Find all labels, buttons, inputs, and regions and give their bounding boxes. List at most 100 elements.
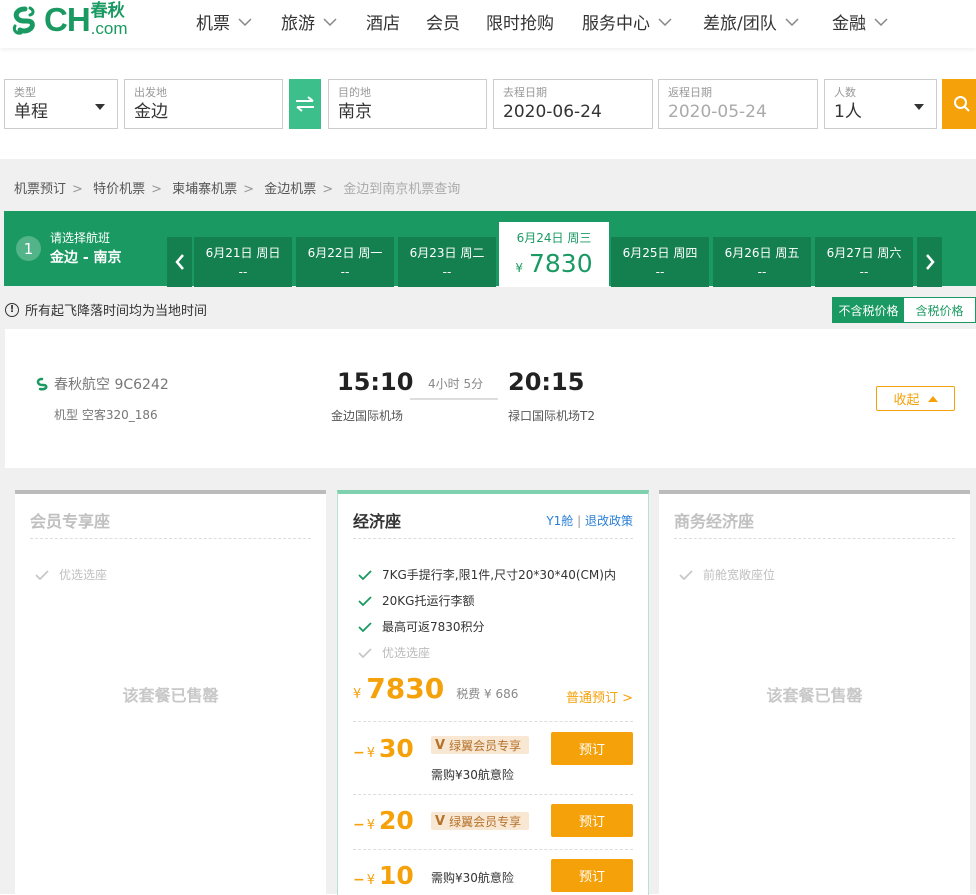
nav-label: 差旅/团队	[703, 14, 777, 34]
feature-item: 7KG手提行李,限1件,尺寸20*30*40(CM)内	[358, 566, 616, 583]
chevron-left-icon	[174, 254, 184, 270]
v-badge-icon: V	[435, 737, 446, 753]
check-icon	[358, 621, 372, 632]
origin-field[interactable]: 出发地 金边	[124, 79, 283, 129]
breadcrumb-separator: >	[322, 182, 334, 197]
discount-value: 10	[379, 861, 414, 890]
logo-dotcom: .com	[90, 19, 128, 38]
refund-policy-link[interactable]: 退改政策	[585, 514, 633, 528]
date-label: 6月25日 周四	[622, 246, 698, 260]
tax-fee: 税费 ¥ 686	[456, 687, 519, 701]
field-value: 南京	[338, 102, 372, 122]
breadcrumb-separator: >	[243, 182, 255, 197]
date-label: 6月22日 周一	[307, 246, 383, 260]
breadcrumb-item[interactable]: 金边机票	[264, 182, 316, 197]
date-tab[interactable]: 6月21日 周日 --	[194, 237, 292, 287]
currency-symbol: ¥	[515, 261, 523, 275]
nav-finance[interactable]: 金融	[832, 9, 888, 34]
date-tab-selected[interactable]: 6月24日 周三 ¥7830	[499, 222, 609, 287]
feature-text: 优选选座	[382, 646, 431, 660]
collapse-label: 收起	[893, 393, 920, 408]
depart-date-field[interactable]: 去程日期 2020-06-24	[493, 79, 653, 129]
date-tab[interactable]: 6月26日 周五 --	[713, 237, 811, 287]
nav-label: 机票	[196, 14, 230, 34]
next-dates-button[interactable]	[917, 237, 942, 287]
passenger-select[interactable]: 人数 1人	[824, 79, 937, 129]
check-icon	[358, 595, 372, 606]
discount-value: 30	[379, 734, 414, 763]
breadcrumb-item[interactable]: 机票预订	[14, 182, 66, 197]
discount-amount: − ¥20	[353, 806, 414, 835]
nav-member[interactable]: 会员	[426, 9, 460, 34]
duration-line	[410, 398, 498, 400]
nav-flash-sale[interactable]: 限时抢购	[486, 9, 554, 34]
caret-up-icon	[927, 395, 938, 402]
insurance-note: 需购¥30航意险	[431, 768, 514, 782]
sold-out-label: 该套餐已售罄	[766, 686, 863, 705]
field-label: 类型	[14, 86, 36, 99]
date-label: 6月27日 周六	[826, 246, 902, 260]
book-button[interactable]: 预订	[551, 732, 633, 765]
check-icon	[358, 569, 372, 580]
destination-field[interactable]: 目的地 南京	[328, 79, 487, 129]
nav-flights[interactable]: 机票	[196, 9, 252, 34]
sold-out-label: 该套餐已售罄	[122, 686, 219, 705]
economy-price: ¥ 7830 税费 ¥ 686	[353, 672, 518, 705]
nav-hotel[interactable]: 酒店	[366, 9, 400, 34]
trip-type-select[interactable]: 类型 单程	[4, 79, 118, 129]
tax-excluded-option[interactable]: 不含税价格	[833, 298, 904, 322]
search-button[interactable]	[942, 79, 976, 129]
top-nav: CH 春秋 .com 机票 旅游 酒店 会员 限时抢购 服务中心 差旅/团队 金…	[0, 0, 976, 48]
departure-airport: 金边国际机场	[331, 409, 404, 423]
price-value: 7830	[366, 672, 445, 705]
date-price: --	[442, 265, 452, 279]
badge-text: 绿翼会员专享	[449, 814, 522, 829]
nav-label: 限时抢购	[486, 14, 554, 34]
field-label: 去程日期	[503, 86, 547, 99]
step-title: 请选择航班	[50, 231, 111, 245]
date-tab[interactable]: 6月22日 周一 --	[296, 237, 394, 287]
fare-class-link[interactable]: Y1舱	[546, 514, 573, 528]
fare-rule-links: Y1舱 | 退改政策	[546, 512, 633, 529]
date-label: 6月26日 周五	[724, 246, 800, 260]
caret-down-icon	[914, 104, 924, 110]
book-button[interactable]: 预订	[551, 804, 633, 837]
insurance-note: 需购¥30航意险	[431, 871, 514, 885]
collapse-button[interactable]: 收起	[876, 386, 955, 411]
logo[interactable]: CH 春秋 .com	[8, 0, 128, 40]
currency-symbol: ¥	[366, 873, 376, 888]
cabin-title: 商务经济座	[674, 512, 755, 531]
spring-airline-icon	[36, 377, 48, 391]
info-icon: !	[5, 302, 19, 317]
nav-business-group[interactable]: 差旅/团队	[703, 9, 799, 34]
currency-symbol: ¥	[353, 687, 362, 702]
chevron-down-icon	[874, 17, 888, 26]
caret-down-icon	[95, 104, 105, 110]
swap-button[interactable]	[289, 79, 321, 129]
nav-label: 酒店	[366, 14, 400, 34]
book-button[interactable]: 预订	[551, 859, 633, 892]
offer-divider	[353, 794, 633, 795]
search-icon	[954, 96, 970, 112]
minus-sign: −	[353, 745, 365, 761]
discount-value: 20	[379, 806, 414, 835]
tax-included-option[interactable]: 含税价格	[904, 298, 975, 322]
date-price: --	[859, 265, 869, 279]
breadcrumb-separator: >	[151, 182, 162, 197]
normal-booking-link[interactable]: 普通预订 >	[566, 687, 633, 706]
date-tab[interactable]: 6月27日 周六 --	[815, 237, 913, 287]
nav-service[interactable]: 服务中心	[582, 9, 672, 34]
nav-travel[interactable]: 旅游	[281, 9, 337, 34]
date-label: 6月23日 周二	[409, 246, 485, 260]
date-tab[interactable]: 6月25日 周四 --	[611, 237, 709, 287]
breadcrumb-item[interactable]: 柬埔寨机票	[172, 182, 237, 197]
return-date-field[interactable]: 返程日期 2020-05-24	[658, 79, 818, 129]
feature-item: 优选选座	[35, 566, 107, 583]
date-price: --	[757, 265, 767, 279]
date-tab[interactable]: 6月23日 周二 --	[398, 237, 496, 287]
discount-amount: − ¥10	[353, 861, 414, 890]
date-label: 6月21日 周日	[205, 246, 281, 260]
feature-text: 前舱宽敞座位	[703, 568, 776, 582]
prev-dates-button[interactable]	[167, 237, 192, 287]
breadcrumb-item[interactable]: 特价机票	[93, 182, 145, 197]
